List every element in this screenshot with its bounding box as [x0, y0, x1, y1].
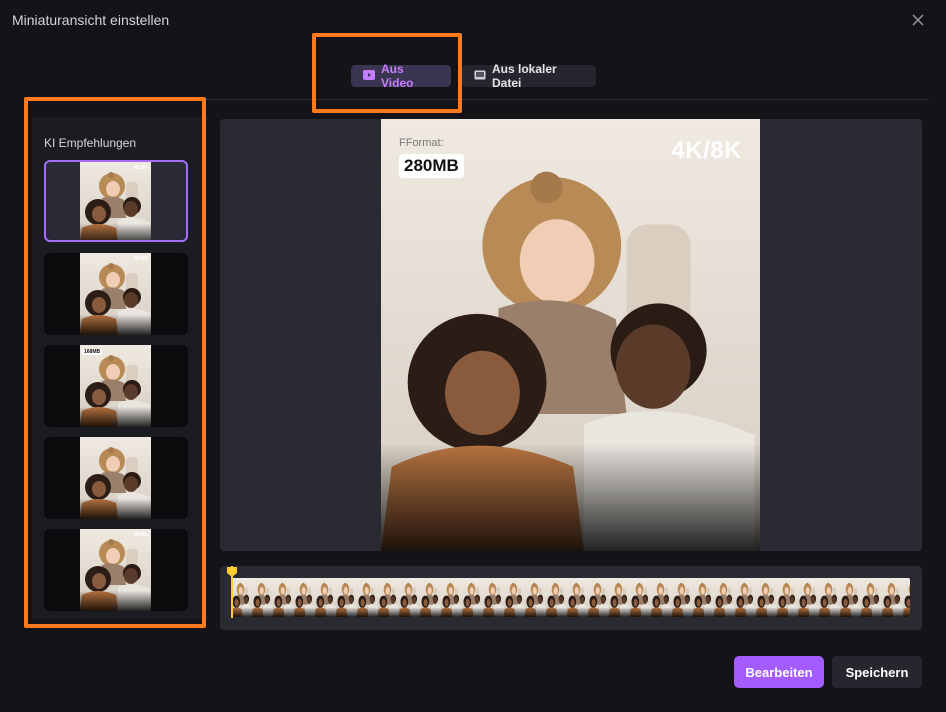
tab-from-local-file[interactable]: Aus lokaler Datei [462, 62, 596, 90]
tab-label: Aus Video [381, 62, 414, 90]
thumb-corner-label: 4K/8K [133, 532, 148, 538]
format-label: FFormat: [399, 137, 444, 149]
timeline-frame [756, 578, 777, 617]
timeline-frame [861, 578, 882, 617]
timeline-frame [735, 578, 756, 617]
timeline-frame [441, 578, 462, 617]
recommendation-thumb-1[interactable]: 4K/8K [44, 160, 188, 242]
close-icon[interactable] [908, 10, 928, 30]
thumb-image: 168MB [80, 345, 151, 427]
size-badge: 280MB [399, 154, 464, 178]
video-play-icon [363, 69, 375, 83]
edit-button[interactable]: Bearbeiten [734, 656, 824, 688]
timeline-frame [672, 578, 693, 617]
timeline-frame [546, 578, 567, 617]
timeline-frame [399, 578, 420, 617]
recommendation-thumb-2[interactable]: 4K/8K [44, 253, 188, 335]
timeline-frame [315, 578, 336, 617]
save-button[interactable]: Speichern [832, 656, 922, 688]
timeline-frame [630, 578, 651, 617]
thumb-image [80, 437, 151, 519]
timeline-frame [588, 578, 609, 617]
timeline-frame [693, 578, 714, 617]
timeline-frame [714, 578, 735, 617]
timeline-frame [525, 578, 546, 617]
timeline-frame [504, 578, 525, 617]
tab-divider [200, 99, 929, 100]
timeline-frame [567, 578, 588, 617]
image-file-icon [474, 69, 486, 83]
timeline-frame [819, 578, 840, 617]
timeline-frame [252, 578, 273, 617]
timeline-frame [420, 578, 441, 617]
timeline-frame [609, 578, 630, 617]
recommendation-thumb-5[interactable]: 4K/8K [44, 529, 188, 611]
preview-image: FFormat: 280MB 4K/8K [381, 119, 760, 551]
timeline-frame [273, 578, 294, 617]
recommendations-title: KI Empfehlungen [44, 136, 137, 150]
timeline-frame [777, 578, 798, 617]
tab-from-video[interactable]: Aus Video [351, 62, 451, 90]
dialog-title: Miniaturansicht einstellen [12, 12, 170, 28]
timeline-frame [462, 578, 483, 617]
recommendation-thumb-3[interactable]: 168MB [44, 345, 188, 427]
timeline-frame [903, 578, 910, 617]
resolution-label: 4K/8K [671, 137, 742, 164]
tab-label: Aus lokaler Datei [492, 62, 557, 90]
thumbnail-dialog: Miniaturansicht einstellen Aus Video Aus… [0, 0, 946, 712]
thumb-image: 4K/8K [80, 529, 151, 611]
timeline-frame [378, 578, 399, 617]
timeline-frame [294, 578, 315, 617]
timeline-frame [357, 578, 378, 617]
timeline-frame-strip[interactable] [231, 578, 910, 617]
timeline-frame [882, 578, 903, 617]
thumb-image: 4K/8K [80, 162, 151, 240]
thumb-corner-label: 4K/8K [133, 256, 148, 262]
timeline-frame [651, 578, 672, 617]
timeline-frame [483, 578, 504, 617]
thumb-size-label: 168MB [82, 349, 103, 355]
timeline-frame [231, 578, 252, 617]
thumb-image: 4K/8K [80, 253, 151, 335]
timeline-frame [798, 578, 819, 617]
thumb-corner-label: 4K/8K [133, 165, 148, 171]
playhead-handle-icon[interactable] [226, 565, 238, 577]
timeline-frame [840, 578, 861, 617]
recommendation-thumb-4[interactable] [44, 437, 188, 519]
timeline-frame [336, 578, 357, 617]
